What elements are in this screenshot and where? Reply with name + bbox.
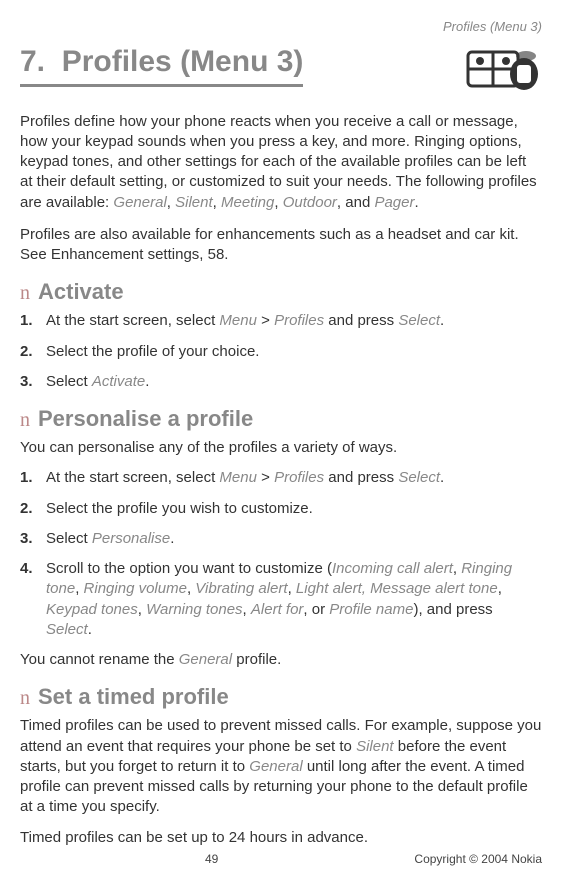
chapter-text: Profiles (Menu 3): [62, 45, 304, 78]
step-text: Scroll to the option you want to customi…: [46, 560, 512, 638]
step-number: 4.: [20, 559, 33, 579]
personalise-heading-text: Personalise a profile: [38, 406, 253, 431]
list-item: 2. Select the profile of your choice.: [20, 342, 542, 362]
chapter-title: 7. Profiles (Menu 3): [20, 42, 303, 88]
step-number: 3.: [20, 529, 33, 549]
step-number: 2.: [20, 342, 33, 362]
timed-heading: n Set a timed profile: [20, 682, 542, 712]
section-bullet: n: [20, 282, 30, 304]
section-bullet: n: [20, 409, 30, 431]
list-item: 4. Scroll to the option you want to custo…: [20, 559, 542, 640]
breadcrumb: Profiles (Menu 3): [20, 18, 542, 36]
step-number: 1.: [20, 468, 33, 488]
list-item: 2. Select the profile you wish to customi…: [20, 499, 542, 519]
title-block: 7. Profiles (Menu 3): [20, 42, 454, 88]
footer: 49 Copyright © 2004 Nokia: [20, 851, 542, 867]
page-number: 49: [205, 851, 218, 867]
activate-heading: n Activate: [20, 277, 542, 307]
personalise-note: You cannot rename the General profile.: [20, 650, 542, 670]
activate-heading-text: Activate: [38, 279, 124, 304]
personalise-steps: 1. At the start screen, select Menu > Pro…: [20, 468, 542, 640]
intro-paragraph-1: Profiles define how your phone reacts wh…: [20, 112, 542, 213]
list-item: 3. Select Personalise.: [20, 529, 542, 549]
intro-paragraph-2: Profiles are also available for enhancem…: [20, 225, 542, 266]
personalise-intro: You can personalise any of the profiles …: [20, 438, 542, 458]
step-text: Select Activate.: [46, 373, 149, 390]
title-row: 7. Profiles (Menu 3): [20, 42, 542, 94]
step-text: Select Personalise.: [46, 530, 174, 547]
timed-heading-text: Set a timed profile: [38, 684, 229, 709]
activate-steps: 1. At the start screen, select Menu > Pro…: [20, 311, 542, 392]
step-number: 3.: [20, 372, 33, 392]
step-number: 2.: [20, 499, 33, 519]
list-item: 1. At the start screen, select Menu > Pro…: [20, 311, 542, 331]
list-item: 1. At the start screen, select Menu > Pro…: [20, 468, 542, 488]
step-text: Select the profile of your choice.: [46, 343, 259, 360]
chapter-number: 7.: [20, 45, 45, 78]
timed-paragraph-2: Timed profiles can be set up to 24 hours…: [20, 828, 542, 848]
step-text: At the start screen, select Menu > Profi…: [46, 312, 444, 329]
step-text: At the start screen, select Menu > Profi…: [46, 469, 444, 486]
list-item: 3. Select Activate.: [20, 372, 542, 392]
profiles-icon: [464, 46, 542, 94]
step-text: Select the profile you wish to customize…: [46, 500, 313, 517]
section-bullet: n: [20, 687, 30, 709]
personalise-heading: n Personalise a profile: [20, 404, 542, 434]
copyright: Copyright © 2004 Nokia: [414, 851, 542, 867]
step-number: 1.: [20, 311, 33, 331]
timed-paragraph-1: Timed profiles can be used to prevent mi…: [20, 716, 542, 817]
